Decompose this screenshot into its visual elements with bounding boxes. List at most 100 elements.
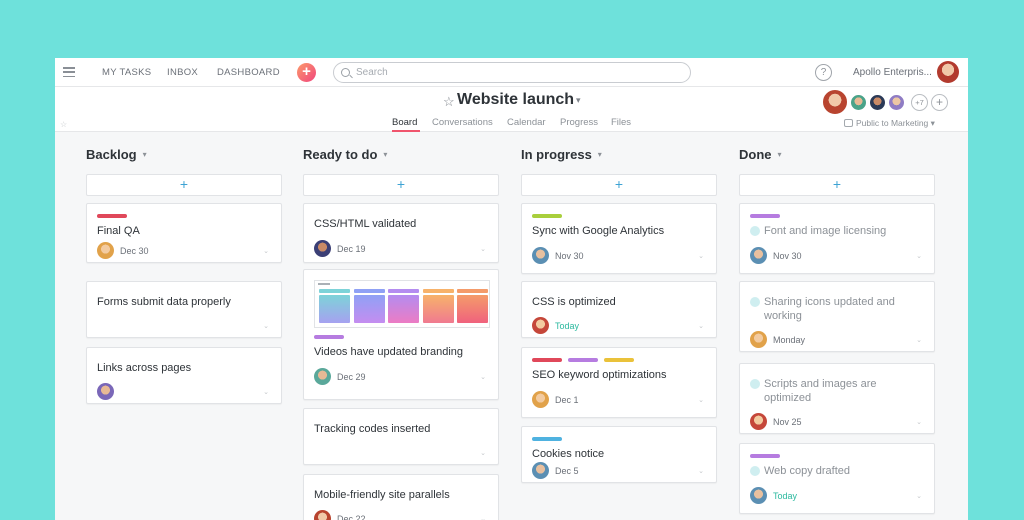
complete-check-icon[interactable] — [750, 297, 760, 307]
task-card[interactable]: Font and image licensing Nov 30 ⌄ — [739, 203, 935, 274]
assignee-avatar[interactable] — [314, 510, 331, 520]
complete-check-icon[interactable] — [750, 226, 760, 236]
task-card[interactable]: Cookies notice Dec 5 ⌄ — [521, 426, 717, 483]
column-header[interactable]: In progress ▾ — [521, 147, 602, 162]
add-task-button[interactable]: + — [739, 174, 935, 196]
chevron-down-icon[interactable]: ⌄ — [698, 467, 704, 475]
due-date[interactable]: Dec 29 — [337, 372, 366, 382]
due-date[interactable]: Nov 25 — [773, 417, 802, 427]
due-date[interactable]: Today — [773, 491, 797, 501]
assignee-avatar[interactable] — [532, 391, 549, 408]
task-card[interactable]: Forms submit data properly ⌄ — [86, 281, 282, 338]
task-card[interactable]: CSS is optimized Today ⌄ — [521, 281, 717, 338]
task-card[interactable]: CSS/HTML validated Dec 19 ⌄ — [303, 203, 499, 263]
member-avatar[interactable] — [822, 89, 848, 115]
favorite-star-icon[interactable]: ☆ — [443, 94, 455, 110]
due-date[interactable]: Nov 30 — [555, 251, 584, 261]
chevron-down-icon[interactable]: ⌄ — [480, 245, 486, 253]
search-bar[interactable] — [333, 62, 691, 83]
task-card[interactable]: Links across pages ⌄ — [86, 347, 282, 404]
task-card[interactable]: Sync with Google Analytics Nov 30 ⌄ — [521, 203, 717, 274]
column-header[interactable]: Done ▾ — [739, 147, 782, 162]
complete-check-icon[interactable] — [750, 466, 760, 476]
privacy-setting[interactable]: Public to Marketing ▾ — [844, 118, 935, 129]
chevron-down-icon[interactable]: ⌄ — [916, 492, 922, 500]
quick-add-button[interactable]: + — [297, 63, 316, 82]
task-title: Cookies notice — [532, 448, 605, 460]
help-icon[interactable]: ? — [815, 64, 832, 81]
menu-icon[interactable] — [63, 67, 75, 78]
tab-conversations[interactable]: Conversations — [432, 117, 493, 128]
assignee-avatar[interactable] — [532, 317, 549, 334]
project-title: Website launch — [457, 91, 575, 108]
tab-progress[interactable]: Progress — [560, 117, 598, 128]
nav-dashboard[interactable]: DASHBOARD — [217, 67, 280, 78]
sidebar-star-icon[interactable]: ☆ — [60, 120, 67, 129]
chevron-down-icon[interactable]: ⌄ — [916, 252, 922, 260]
due-date[interactable]: Dec 1 — [555, 395, 579, 405]
more-members-count[interactable]: +7 — [911, 94, 928, 111]
user-avatar[interactable] — [937, 61, 959, 83]
chevron-down-icon[interactable]: ⌄ — [480, 373, 486, 381]
chevron-down-icon[interactable]: ⌄ — [480, 515, 486, 520]
search-input[interactable] — [356, 65, 676, 80]
due-date[interactable]: Dec 30 — [120, 246, 149, 256]
nav-inbox[interactable]: INBOX — [167, 67, 198, 78]
tab-board[interactable]: Board — [392, 117, 417, 128]
chevron-down-icon[interactable]: ⌄ — [698, 252, 704, 260]
chevron-down-icon[interactable]: ⌄ — [263, 322, 269, 330]
assignee-avatar[interactable] — [532, 247, 549, 264]
task-card[interactable]: Scripts and images are optimized Nov 25 ⌄ — [739, 363, 935, 434]
task-card[interactable]: Tracking codes inserted ⌄ — [303, 408, 499, 465]
task-card[interactable]: Web copy drafted Today ⌄ — [739, 443, 935, 514]
top-bar: MY TASKS INBOX DASHBOARD + ? Apollo Ente… — [55, 58, 968, 87]
assignee-avatar[interactable] — [750, 413, 767, 430]
chevron-down-icon[interactable]: ⌄ — [263, 388, 269, 396]
due-date[interactable]: Dec 19 — [337, 244, 366, 254]
task-card[interactable]: Mobile-friendly site parallels Dec 22 ⌄ — [303, 474, 499, 520]
task-card[interactable]: Sharing icons updated and working Monday ⌄ — [739, 281, 935, 352]
chevron-down-icon[interactable]: ⌄ — [916, 336, 922, 344]
chevron-down-icon[interactable]: ⌄ — [916, 418, 922, 426]
member-avatar[interactable] — [888, 94, 905, 111]
chevron-down-icon[interactable]: ▾ — [598, 150, 602, 159]
member-avatar[interactable] — [869, 94, 886, 111]
assignee-avatar[interactable] — [97, 383, 114, 400]
task-card[interactable]: SEO keyword optimizations Dec 1 ⌄ — [521, 347, 717, 418]
project-header: ☆ ☆ Website launch ▾ Board Conversations… — [55, 87, 968, 132]
assignee-avatar[interactable] — [750, 331, 767, 348]
nav-my-tasks[interactable]: MY TASKS — [102, 67, 151, 78]
due-date[interactable]: Today — [555, 321, 579, 331]
due-date[interactable]: Dec 5 — [555, 466, 579, 476]
complete-check-icon[interactable] — [750, 379, 760, 389]
due-date[interactable]: Monday — [773, 335, 805, 345]
assignee-avatar[interactable] — [750, 487, 767, 504]
chevron-down-icon[interactable]: ⌄ — [698, 396, 704, 404]
organization-switcher[interactable]: Apollo Enterpris... — [853, 67, 932, 78]
add-member-icon[interactable]: + — [931, 94, 948, 111]
assignee-avatar[interactable] — [314, 240, 331, 257]
chevron-down-icon[interactable]: ⌄ — [480, 449, 486, 457]
chevron-down-icon[interactable]: ⌄ — [263, 247, 269, 255]
assignee-avatar[interactable] — [532, 462, 549, 479]
assignee-avatar[interactable] — [750, 247, 767, 264]
due-date[interactable]: Dec 22 — [337, 514, 366, 520]
add-task-button[interactable]: + — [86, 174, 282, 196]
task-card[interactable]: Final QA Dec 30 ⌄ — [86, 203, 282, 263]
add-task-button[interactable]: + — [521, 174, 717, 196]
assignee-avatar[interactable] — [314, 368, 331, 385]
member-avatar[interactable] — [850, 94, 867, 111]
add-task-button[interactable]: + — [303, 174, 499, 196]
tab-files[interactable]: Files — [611, 117, 631, 128]
chevron-down-icon[interactable]: ▾ — [778, 150, 782, 159]
assignee-avatar[interactable] — [97, 242, 114, 259]
column-header[interactable]: Backlog ▾ — [86, 147, 147, 162]
chevron-down-icon[interactable]: ▾ — [143, 150, 147, 159]
task-card[interactable]: Videos have updated branding Dec 29 ⌄ — [303, 269, 499, 400]
column-header[interactable]: Ready to do ▾ — [303, 147, 387, 162]
chevron-down-icon[interactable]: ▾ — [576, 95, 581, 106]
due-date[interactable]: Nov 30 — [773, 251, 802, 261]
tab-calendar[interactable]: Calendar — [507, 117, 546, 128]
chevron-down-icon[interactable]: ▾ — [383, 150, 387, 159]
chevron-down-icon[interactable]: ⌄ — [698, 322, 704, 330]
